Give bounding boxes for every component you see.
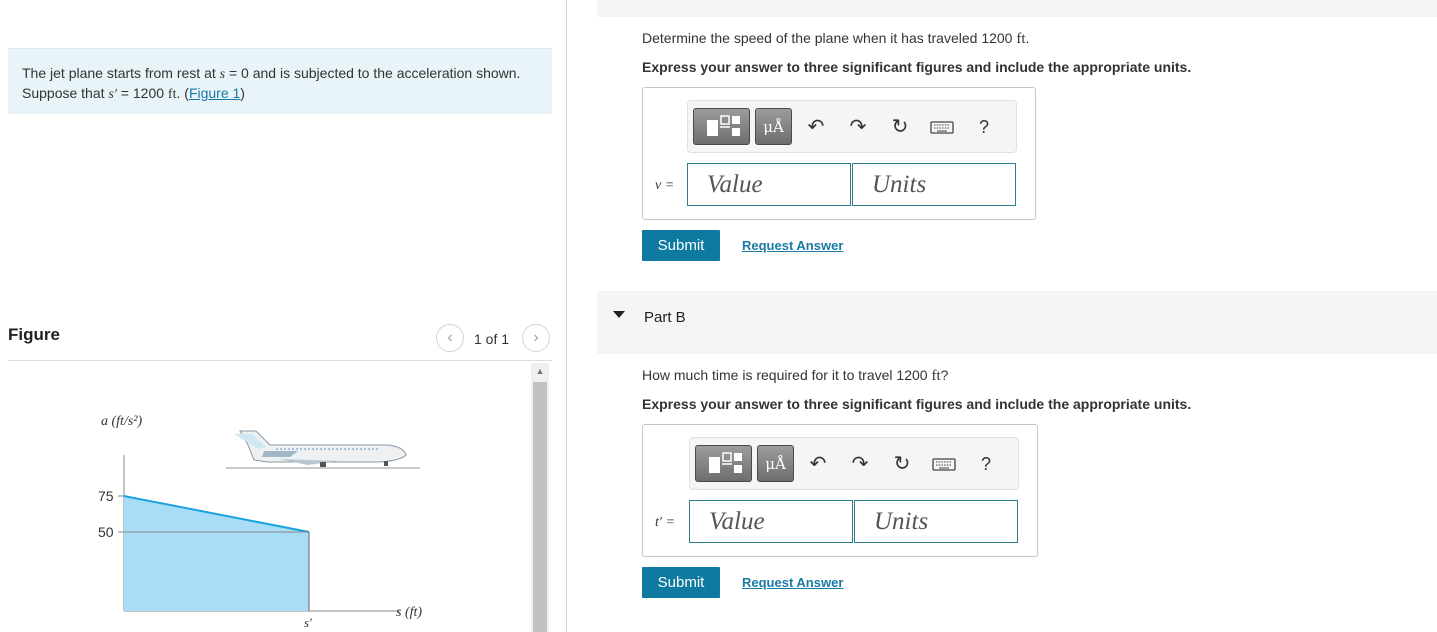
units-button[interactable]: μÅ [757,445,794,482]
part-b-value-input[interactable] [689,500,853,543]
part-b-question-unit: ft [931,368,941,384]
y-axis-label: a (ft/s²) [101,414,142,429]
part-a-question-end: . [1025,30,1030,46]
part-a-submit-button[interactable]: Submit [642,230,720,261]
keyboard-icon[interactable] [930,115,954,139]
x-tick-s-prime: s′ [304,615,312,630]
redo-icon[interactable]: ↷ [848,452,872,476]
figure-title: Figure [8,325,60,344]
part-a-math-toolbar: μÅ ↶ ↷ ↻ ? [687,100,1017,153]
part-a-units-input[interactable] [852,163,1016,206]
part-b-question-text: How much time is required for it to trav… [642,367,932,383]
x-axis-label: s (ft) [396,605,422,620]
keyboard-icon[interactable] [932,452,956,476]
part-a-header-band [597,0,1437,17]
redo-icon[interactable]: ↷ [846,115,870,139]
undo-icon[interactable]: ↶ [804,115,828,139]
part-b-units-input[interactable] [854,500,1018,543]
part-a-value-input[interactable] [687,163,851,206]
part-b-submit-button[interactable]: Submit [642,567,720,598]
part-a-var-label: v = [655,178,675,193]
y-tick-50: 50 [98,524,114,540]
right-pane: Determine the speed of the plane when it… [568,0,1437,632]
figure-prev-button[interactable]: ‹ [436,324,464,352]
reset-icon[interactable]: ↻ [890,452,914,476]
reset-icon[interactable]: ↻ [888,115,912,139]
part-b-var-label: t′ = [655,515,675,530]
units-icon: μÅ [763,118,784,136]
part-b-answer-box: μÅ ↶ ↷ ↻ ? t′ = [642,424,1038,557]
problem-text-1: The jet plane starts from rest at [22,65,220,81]
part-b-question-end: ? [940,367,949,383]
part-b-question: How much time is required for it to trav… [642,367,948,385]
templates-button[interactable] [693,108,750,145]
chevron-right-icon: › [533,329,539,346]
undo-icon[interactable]: ↶ [806,452,830,476]
units-icon: μÅ [765,455,786,473]
part-a-question-text: Determine the speed of the plane when it… [642,30,1017,46]
part-b-header[interactable]: Part B [597,291,1437,354]
part-a-instruction: Express your answer to three significant… [642,59,1192,75]
problem-text-4: . ( [176,85,189,101]
part-a-question: Determine the speed of the plane when it… [642,30,1029,48]
scroll-thumb[interactable] [533,382,547,632]
part-b-instruction: Express your answer to three significant… [642,396,1192,412]
templates-icon [709,452,742,473]
caret-down-icon[interactable] [613,311,625,318]
part-b-request-answer-link[interactable]: Request Answer [742,575,843,590]
problem-text-3: = 1200 [116,85,168,101]
part-a-request-answer-link[interactable]: Request Answer [742,238,843,253]
templates-button[interactable] [695,445,752,482]
figure-link[interactable]: Figure 1 [189,85,240,101]
figure-scrollbar[interactable]: ▲ [531,363,549,632]
var-s-prime: s′ [108,87,117,102]
templates-icon [707,115,740,136]
y-tick-75: 75 [98,488,114,504]
problem-statement: The jet plane starts from rest at s = 0 … [8,48,552,114]
problem-text-5: ) [240,85,245,101]
chevron-left-icon: ‹ [447,329,453,346]
units-button[interactable]: μÅ [755,108,792,145]
part-b-math-toolbar: μÅ ↶ ↷ ↻ ? [689,437,1019,490]
help-icon[interactable]: ? [972,115,996,139]
part-a-answer-box: μÅ ↶ ↷ ↻ ? v = [642,87,1036,220]
left-pane: The jet plane starts from rest at s = 0 … [0,0,567,632]
part-a-question-unit: ft [1016,31,1026,47]
figure-counter: 1 of 1 [474,331,510,347]
help-icon[interactable]: ? [974,452,998,476]
figure-chart: a (ft/s²) 75 50 s (ft) s′ [98,414,422,630]
scroll-up-arrow-icon[interactable]: ▲ [531,363,549,380]
part-b-title: Part B [644,309,686,326]
figure-next-button[interactable]: › [522,324,550,352]
jet-plane-illustration [226,430,420,469]
